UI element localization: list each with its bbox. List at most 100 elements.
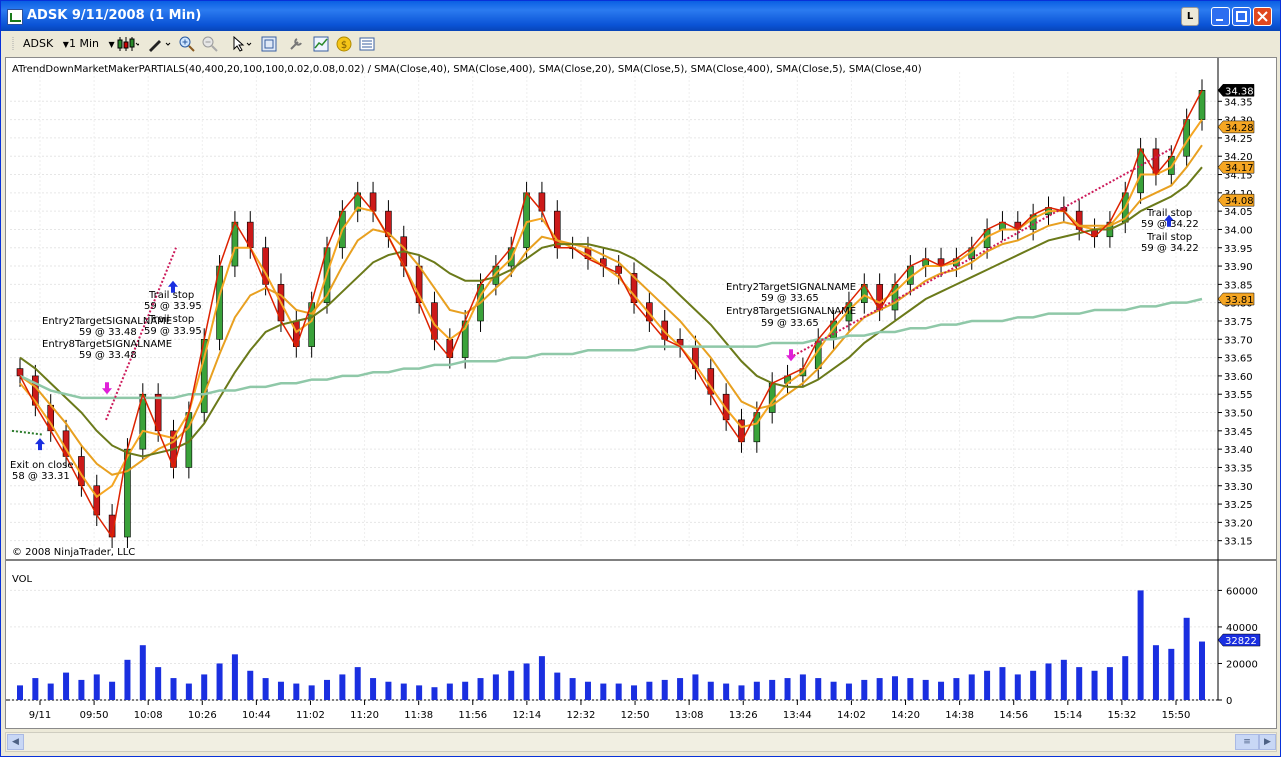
price-tick-label: 33.60 (1224, 372, 1253, 383)
candlestick-style-button[interactable] (117, 36, 141, 52)
draw-tool-button[interactable] (147, 36, 171, 52)
volume-bar (984, 670, 991, 700)
volume-bar (723, 683, 730, 700)
volume-bar (1014, 674, 1021, 700)
minimize-button[interactable] (1211, 7, 1230, 26)
volume-bar (677, 678, 684, 700)
volume-bar (1168, 648, 1175, 700)
data-box-button[interactable] (261, 36, 277, 52)
price-tick-label: 33.85 (1224, 280, 1253, 291)
zoom-out-button[interactable] (202, 36, 218, 52)
trade-annotation: 59 @ 33.65 (761, 318, 819, 329)
volume-bar (738, 685, 745, 700)
data-box-icon (261, 36, 277, 52)
time-tick-label: 11:02 (296, 710, 325, 721)
time-tick-label: 15:50 (1162, 710, 1191, 721)
title-bar[interactable]: ADSK 9/11/2008 (1 Min) L (1, 1, 1280, 31)
link-button[interactable]: L (1181, 7, 1199, 26)
price-tick-label: 33.50 (1224, 409, 1253, 420)
chart-svg[interactable]: 34.3534.3034.2534.2034.1534.1034.0534.00… (6, 58, 1276, 728)
chart-properties-button[interactable] (359, 36, 375, 52)
trade-annotation: Trail stop (148, 290, 194, 301)
pointer-icon (233, 35, 252, 52)
volume-bar (999, 667, 1006, 700)
coin-icon: $ (336, 36, 352, 52)
volume-bar (416, 685, 423, 700)
close-button[interactable] (1253, 7, 1272, 26)
trade-annotation: 59 @ 33.48 (79, 327, 137, 338)
volume-bar (231, 654, 238, 700)
volume-bar (707, 681, 714, 700)
volume-bar (339, 674, 346, 700)
volume-bar (1091, 670, 1098, 700)
sell-arrow-icon (102, 382, 112, 395)
scroll-left-button[interactable]: ◀ (7, 734, 24, 750)
volume-panel-label: VOL (12, 574, 33, 585)
volume-bar (63, 672, 70, 700)
interval-selector[interactable]: 1 Min ▼ (69, 35, 115, 53)
price-tick-label: 33.20 (1224, 518, 1253, 529)
toolbar-grip (11, 35, 15, 53)
zoom-in-button[interactable] (179, 36, 195, 52)
chart-panel[interactable]: 34.3534.3034.2534.2034.1534.1034.0534.00… (5, 57, 1277, 729)
svg-text:$: $ (341, 40, 347, 51)
time-tick-label: 09:50 (80, 710, 109, 721)
volume-bar (538, 656, 545, 700)
price-tick-label: 34.25 (1224, 134, 1253, 145)
close-line (19, 89, 1203, 539)
trade-annotation: 59 @ 33.95 (144, 301, 202, 312)
price-tick-label: 33.15 (1224, 537, 1253, 548)
volume-bar (646, 681, 653, 700)
strategies-button[interactable]: $ (336, 36, 352, 52)
trade-annotation: 59 @ 33.48 (79, 350, 137, 361)
volume-bar (78, 679, 85, 700)
time-tick-label: 14:20 (891, 710, 920, 721)
indicators-button[interactable] (313, 36, 329, 52)
scroll-right-button[interactable]: ▶ (1259, 734, 1276, 750)
volume-bar (293, 683, 300, 700)
volume-bar (1076, 667, 1083, 700)
volume-bar (968, 674, 975, 700)
time-tick-label: 11:56 (458, 710, 487, 721)
volume-bar (1199, 641, 1205, 700)
volume-bar (139, 645, 146, 700)
volume-bar (569, 678, 576, 700)
volume-bar (845, 683, 852, 700)
time-tick-label: 12:14 (512, 710, 541, 721)
price-tick-label: 33.70 (1224, 335, 1253, 346)
maximize-button[interactable] (1232, 7, 1251, 26)
volume-bar (769, 679, 776, 700)
properties-button[interactable] (288, 36, 304, 52)
sell-arrow-icon (786, 349, 796, 362)
scroll-thumb[interactable]: ≡ (1235, 734, 1259, 750)
time-tick-label: 11:20 (350, 710, 379, 721)
volume-bar (385, 681, 392, 700)
volume-bar (93, 674, 100, 700)
instrument-selector[interactable]: ADSK ▼ (23, 35, 69, 53)
trade-annotation: Trail stop (148, 314, 194, 325)
time-tick-label: 10:08 (134, 710, 163, 721)
volume-bar (124, 659, 131, 700)
time-tick-label: 13:44 (783, 710, 812, 721)
volume-bar (753, 681, 760, 700)
trade-annotation: Trail stop (1146, 232, 1192, 243)
trade-annotation: 59 @ 34.22 (1141, 219, 1199, 230)
chart-toolbar: ADSK ▼ 1 Min ▼ $ (3, 33, 1278, 55)
close-icon (1257, 11, 1268, 22)
cursor-tool-button[interactable] (231, 35, 252, 52)
volume-bar (600, 683, 607, 700)
time-tick-label: 12:32 (567, 710, 596, 721)
volume-bar (554, 672, 561, 700)
volume-bar (170, 678, 177, 700)
time-tick-label: 10:26 (188, 710, 217, 721)
minimize-icon (1216, 19, 1223, 21)
wrench-icon (290, 38, 302, 50)
volume-bar (830, 681, 837, 700)
volume-bar (354, 667, 361, 700)
volume-bar (815, 678, 822, 700)
horizontal-scrollbar[interactable]: ◀ ≡ ▶ (5, 732, 1277, 752)
trade-link-line (789, 148, 1172, 359)
time-tick-label: 13:08 (675, 710, 704, 721)
volume-bar (462, 681, 469, 700)
trade-annotation: Entry2TargetSIGNALNAME (726, 282, 856, 293)
